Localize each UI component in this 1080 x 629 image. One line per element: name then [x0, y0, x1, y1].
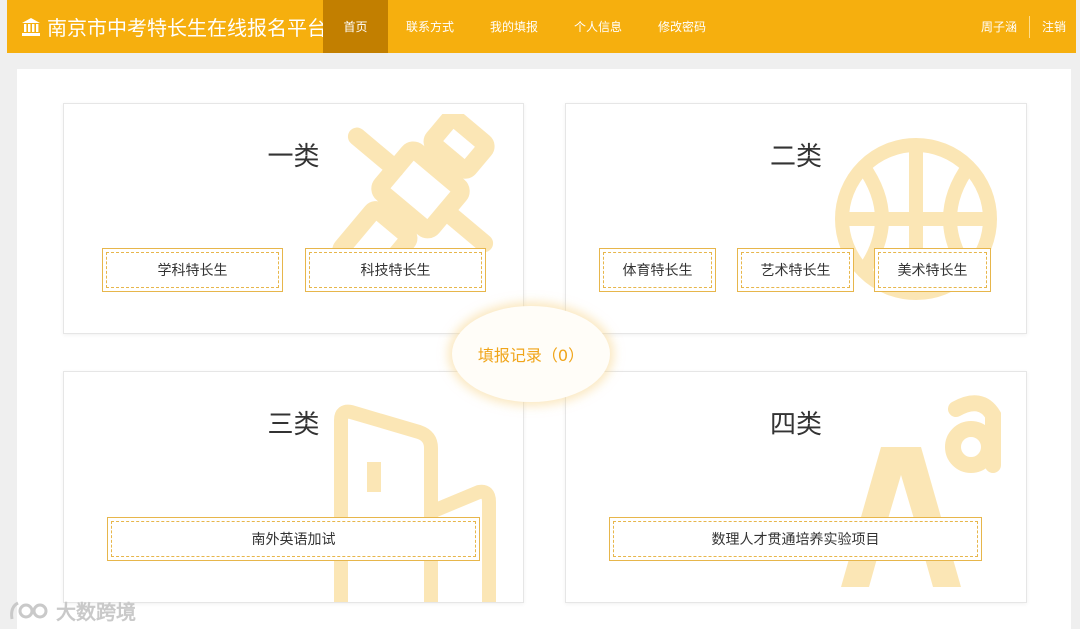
logout-link[interactable]: 注销	[1030, 18, 1066, 35]
user-name[interactable]: 周子涵	[981, 18, 1029, 35]
math-science-talent-program-button[interactable]: 数理人才贯通培养实验项目	[609, 517, 982, 561]
nav-change-password[interactable]: 修改密码	[640, 0, 724, 53]
user-box: 周子涵 注销	[981, 0, 1066, 53]
main-nav: 首页 联系方式 我的填报 个人信息 修改密码	[323, 0, 724, 53]
category-card-2: 二类 体育特长生 艺术特长生 美术特长生	[565, 103, 1027, 334]
footer-watermark: 大数跨境	[8, 596, 136, 625]
fine-arts-specialty-button[interactable]: 美术特长生	[874, 248, 991, 292]
nav-profile[interactable]: 个人信息	[556, 0, 640, 53]
category-card-4: 四类 数理人才贯通培养实验项目	[565, 371, 1027, 603]
nav-home[interactable]: 首页	[323, 0, 388, 53]
brand[interactable]: 南京市中考特长生在线报名平台	[21, 0, 327, 53]
subject-specialty-button[interactable]: 学科特长生	[102, 248, 283, 292]
arts-specialty-button[interactable]: 艺术特长生	[737, 248, 854, 292]
category-title: 二类	[769, 142, 822, 172]
top-navbar: 南京市中考特长生在线报名平台 首页 联系方式 我的填报 个人信息 修改密码 周子…	[7, 0, 1076, 53]
nanwai-english-test-button[interactable]: 南外英语加试	[107, 517, 480, 561]
bank-icon	[22, 17, 40, 36]
tech-specialty-button[interactable]: 科技特长生	[305, 248, 486, 292]
brand-title: 南京市中考特长生在线报名平台	[47, 16, 327, 40]
category-title: 一类	[267, 142, 320, 172]
nav-my-applications[interactable]: 我的填报	[472, 0, 556, 53]
category-card-3: 三类 南外英语加试	[63, 371, 524, 603]
category-title: 三类	[267, 410, 320, 440]
category-title: 四类	[769, 410, 822, 440]
footer-watermark-text: 大数跨境	[56, 600, 136, 624]
records-button[interactable]: 填报记录（0）	[452, 306, 610, 402]
sports-specialty-button[interactable]: 体育特长生	[599, 248, 716, 292]
nav-contact[interactable]: 联系方式	[388, 0, 472, 53]
category-card-1: 一类 学科特长生 科技特长生	[63, 103, 524, 334]
logo-icon	[10, 601, 48, 619]
